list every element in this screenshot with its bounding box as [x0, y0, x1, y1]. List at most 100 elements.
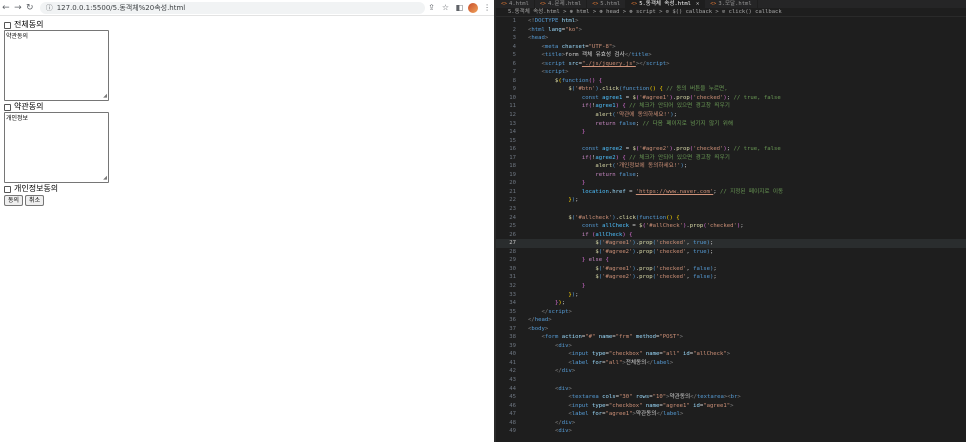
code-token: agree2 — [595, 154, 616, 161]
profile-avatar[interactable] — [468, 2, 479, 13]
back-icon[interactable]: ← — [0, 1, 12, 15]
all-agree-row: 전체동의 — [4, 20, 490, 30]
code-line[interactable]: 10 const agree1 = $('#agree1').prop('che… — [496, 94, 966, 103]
code-line[interactable]: 11 if(!agree1) { // 체크가 안되어 있으면 경고창 띄우기 — [496, 102, 966, 111]
code-line[interactable]: 42 </div> — [496, 367, 966, 376]
code-line[interactable]: 27 $('#agree1').prop('checked', true); — [496, 239, 966, 248]
code-line[interactable]: 49 <div> — [496, 427, 966, 436]
code-line[interactable]: 38 <form action="#" name="frm" method="P… — [496, 333, 966, 342]
code-line[interactable]: 21 location.href = 'https://www.naver.co… — [496, 188, 966, 197]
editor-tab[interactable]: <> 5.html — [587, 0, 627, 8]
code-line[interactable]: 30 $('#agree1').prop('checked', false); — [496, 265, 966, 274]
code-line[interactable]: 17 if(!agree2) { // 체크가 안되어 있으면 경고창 띄우기 — [496, 154, 966, 163]
code-line[interactable]: 2 <html lang="ko"> — [496, 26, 966, 35]
code-line[interactable]: 25 const allCheck = $('#allCheck').prop(… — [496, 222, 966, 231]
editor-tab[interactable]: <> 4.html — [496, 0, 535, 8]
code-token: true — [693, 240, 707, 247]
code-line[interactable]: 36 </head> — [496, 316, 966, 325]
terms-textarea[interactable]: 약관동의 ◢ — [4, 30, 109, 101]
breadcrumb[interactable]: 5.동객체 속성.html > ⊛ html > ⊛ head > ⊛ scri… — [496, 8, 966, 17]
code-line[interactable]: 28 $('#agree2').prop('checked', true); — [496, 248, 966, 257]
code-line[interactable]: 44 <div> — [496, 385, 966, 394]
code-line[interactable]: 29 } else { — [496, 256, 966, 265]
address-bar[interactable]: ⓘ 127.0.0.1:5500/5.동객체%20속성.html — [39, 1, 425, 14]
code-line[interactable]: 1 <!DOCTYPE html> — [496, 17, 966, 26]
forward-icon[interactable]: → — [12, 1, 24, 15]
code-line[interactable]: 32 } — [496, 282, 966, 291]
share-icon[interactable]: ⇪ — [425, 3, 439, 12]
code-line[interactable]: 37 <body> — [496, 325, 966, 334]
code-line[interactable]: 20 } — [496, 179, 966, 188]
code-token: '#agree2' — [639, 146, 670, 153]
code-line[interactable]: 40 <input type="checkbox" name="all" id=… — [496, 350, 966, 359]
code-token: > — [544, 35, 549, 42]
code-token: agree1 — [602, 94, 623, 101]
code-area[interactable]: 1 <!DOCTYPE html> 2 <html lang="ko"> 3 <head>… — [496, 17, 966, 436]
code-token: 'checked' — [656, 274, 687, 281]
code-line[interactable]: 43 — [496, 376, 966, 385]
editor-tab[interactable]: <> 4.문제.html — [535, 0, 588, 8]
agree2-checkbox[interactable] — [4, 185, 11, 193]
code-token: > — [571, 368, 576, 375]
privacy-textarea[interactable]: 개인정보 ◢ — [4, 112, 109, 183]
code-line[interactable]: 19 return false; — [496, 171, 966, 180]
code-line[interactable]: 8 $(function() { — [496, 77, 966, 86]
code-line[interactable]: 46 <input type="checkbox" name="agree1" … — [496, 402, 966, 411]
resize-grip-icon[interactable]: ◢ — [103, 94, 107, 99]
editor-tab[interactable]: <> 3.모달.html — [705, 0, 758, 8]
code-line[interactable]: 34 }); — [496, 299, 966, 308]
code-line[interactable]: 41 <label for="all">전체동의</label> — [496, 359, 966, 368]
code-line[interactable]: 12 alert('약관에 동의하세요!'); — [496, 111, 966, 120]
code-line[interactable]: 4 <meta charset="UTF-8"> — [496, 43, 966, 52]
code-line[interactable]: 3 <head> — [496, 34, 966, 43]
agree2-label[interactable]: 개인정보동의 — [14, 184, 58, 194]
code-line[interactable]: 13 return false; // 다음 페이지로 넘기지 않기 위해 — [496, 120, 966, 129]
code-line[interactable]: 18 alert('개인정보에 동의하세요!'); — [496, 162, 966, 171]
close-tab-icon[interactable]: ✕ — [696, 0, 699, 8]
code-token: ; — [673, 112, 677, 119]
code-line[interactable]: 15 — [496, 137, 966, 146]
code-line[interactable]: 26 if (allCheck) { — [496, 231, 966, 240]
editor-tab-label: 4.html — [509, 1, 529, 7]
code-token: prop — [639, 265, 653, 272]
editor-tab[interactable]: <> 5.동객체 속성.html ✕ — [626, 0, 706, 8]
code-line[interactable]: 33 }); — [496, 291, 966, 300]
code-line[interactable]: 6 <script src="./js/jquery.js"></script> — [496, 60, 966, 69]
code-line[interactable]: 5 <title>form 객체 유효성 검사</title> — [496, 51, 966, 60]
agree1-label[interactable]: 약관동의 — [14, 102, 43, 112]
code-line[interactable]: 24 $('#allcheck').click(function() { — [496, 214, 966, 223]
code-line[interactable]: 22 }); — [496, 196, 966, 205]
agree1-checkbox[interactable] — [4, 103, 11, 111]
side-panel-icon[interactable]: ◧ — [452, 3, 466, 12]
bookmark-star-icon[interactable]: ☆ — [438, 3, 452, 12]
resize-grip-icon[interactable]: ◢ — [103, 176, 107, 181]
all-agree-label[interactable]: 전체동의 — [14, 20, 43, 30]
code-token: > — [612, 43, 616, 50]
menu-kebab-icon[interactable]: ⋮ — [480, 3, 494, 12]
code-text: $('#agree1').prop('checked', true); — [528, 239, 966, 248]
code-line[interactable]: 9 $('#btn').click(function() { // 동의 버튼을… — [496, 85, 966, 94]
cancel-button[interactable]: 취소 — [25, 195, 45, 206]
code-line[interactable]: 16 const agree2 = $('#agree2').prop('che… — [496, 145, 966, 154]
code-line[interactable]: 39 <div> — [496, 342, 966, 351]
code-token: } — [581, 282, 586, 289]
line-number: 39 — [509, 342, 516, 349]
code-line[interactable]: 23 — [496, 205, 966, 214]
code-line[interactable]: 35 </script> — [496, 308, 966, 317]
code-line[interactable]: 48 </div> — [496, 419, 966, 428]
code-line[interactable]: 14 } — [496, 128, 966, 137]
code-line[interactable]: 45 <textarea cols="30" rows="10">약관동의</t… — [496, 393, 966, 402]
code-text: $('#btn').click(function() { // 동의 버튼을 누… — [528, 85, 966, 94]
url-text[interactable]: 127.0.0.1:5500/5.동객체%20속성.html — [57, 3, 186, 13]
code-line[interactable]: 47 <label for="agree1">약관동의</label> — [496, 410, 966, 419]
code-token: } — [581, 129, 586, 136]
submit-button[interactable]: 동의 — [4, 195, 24, 206]
all-agree-checkbox[interactable] — [4, 21, 11, 29]
site-info-icon[interactable]: ⓘ — [46, 3, 53, 13]
code-line[interactable]: 7 <script> — [496, 68, 966, 77]
reload-icon[interactable]: ↻ — [24, 1, 36, 15]
line-number: 1 — [512, 18, 516, 24]
code-line[interactable]: 31 $('#agree2').prop('checked', false); — [496, 273, 966, 282]
